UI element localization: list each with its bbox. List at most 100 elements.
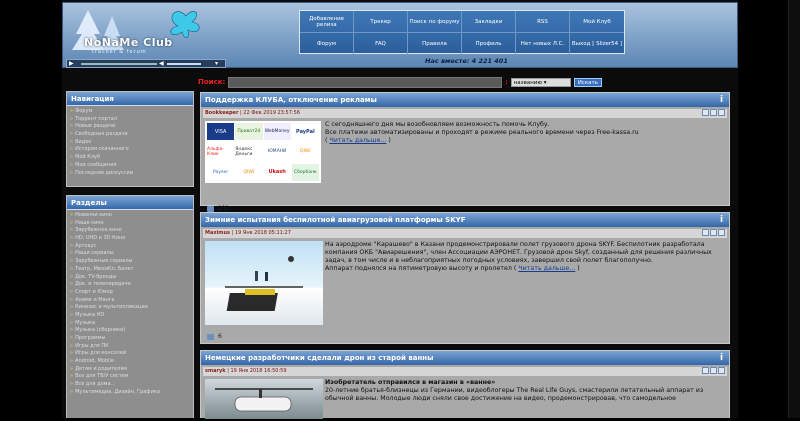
section-item[interactable]: Артхаус bbox=[70, 243, 193, 251]
sidebar-item[interactable]: Мой Клуб bbox=[70, 154, 193, 162]
play-icon[interactable]: ▶ bbox=[69, 60, 74, 67]
comment-count[interactable]: 231 bbox=[218, 205, 229, 212]
sidebar-sections: Разделы Новинки кино Наше кино Зарубежно… bbox=[66, 195, 194, 418]
quote-icon[interactable] bbox=[702, 367, 709, 374]
section-item[interactable]: Музыка HD bbox=[70, 312, 193, 320]
nav-rss[interactable]: RSS bbox=[516, 11, 570, 33]
info-icon[interactable]: i bbox=[720, 215, 725, 225]
sidebar-item[interactable]: Последние дискуссии bbox=[70, 170, 193, 178]
comments-icon[interactable] bbox=[207, 205, 214, 212]
sidebar-item[interactable]: История скачанного bbox=[70, 146, 193, 154]
post-meta: smaryk | 19 Янв 2018 16:50:59 bbox=[203, 367, 727, 376]
site-logo[interactable]: NoNaMe Club tracker & forum bbox=[66, 6, 226, 58]
player-menu-icon[interactable]: ▾ bbox=[215, 60, 218, 67]
nav-faq[interactable]: FAQ bbox=[354, 33, 408, 55]
paypal-logo: PayPal bbox=[291, 123, 319, 141]
nav-add-release[interactable]: Добавление релиза bbox=[300, 11, 354, 33]
edit-icon[interactable] bbox=[710, 229, 717, 236]
section-item[interactable]: Новинки кино bbox=[70, 212, 193, 220]
edit-icon[interactable] bbox=[710, 109, 717, 116]
post-author[interactable]: Bookkeeper bbox=[205, 110, 238, 116]
sidebar-item[interactable]: Торрент портал bbox=[70, 116, 193, 124]
section-item[interactable]: Зарубежные сериалы bbox=[70, 258, 193, 266]
report-icon[interactable] bbox=[718, 109, 725, 116]
quote-icon[interactable] bbox=[702, 109, 709, 116]
search-mode-select[interactable]: названию ▾ bbox=[510, 77, 571, 87]
drone-illustration-icon bbox=[225, 256, 303, 311]
qiwi-wallet-logo: QIWI bbox=[235, 163, 263, 181]
post-author[interactable]: Maximus bbox=[205, 230, 230, 236]
report-icon[interactable] bbox=[718, 367, 725, 374]
news-post: Зимние испытания беспилотной авиагрузово… bbox=[200, 212, 730, 344]
post-title[interactable]: Немецкие разработчики сделали дрон из ст… bbox=[201, 351, 729, 365]
read-more-link[interactable]: Читать дальше... bbox=[329, 137, 386, 144]
sidebar-item[interactable]: Свободные раздачи bbox=[70, 131, 193, 139]
audio-player[interactable]: ▶ ◀ ▾ bbox=[66, 59, 226, 68]
nav-profile[interactable]: Профиль bbox=[462, 33, 516, 55]
post-text-content: 20-летние братья-близнецы из Германии, в… bbox=[325, 387, 704, 402]
search-button[interactable]: Искать bbox=[573, 77, 602, 87]
post-title[interactable]: Поддержка КЛУБА, отключение рекламы i bbox=[201, 93, 729, 107]
nav-logout[interactable]: Выход [ Slizer54 ] bbox=[570, 33, 624, 55]
qiwi-logo: QIWI bbox=[291, 141, 319, 163]
nav-tracker[interactable]: Трекер bbox=[354, 11, 408, 33]
section-item[interactable]: Детям и родителям bbox=[70, 366, 193, 374]
section-item[interactable]: Все для ТВ/У систем bbox=[70, 373, 193, 381]
section-item[interactable]: Театр, МюзиКл, Балет bbox=[70, 266, 193, 274]
report-icon[interactable] bbox=[718, 229, 725, 236]
page-scrollbar[interactable] bbox=[788, 0, 800, 418]
post-title[interactable]: Зимние испытания беспилотной авиагрузово… bbox=[201, 213, 729, 227]
comments-icon[interactable] bbox=[207, 333, 214, 340]
payment-logos-image: VISA Приват24 WebMoney PayPal Альфа-Клик… bbox=[205, 121, 321, 183]
nav-forum-search[interactable]: Поиск по форуму bbox=[408, 11, 462, 33]
online-count: Нас вместе: 4 221 401 bbox=[425, 57, 508, 65]
comment-count[interactable]: 6 bbox=[218, 333, 222, 340]
nav-bookmarks[interactable]: Закладки bbox=[462, 11, 516, 33]
section-item[interactable]: Все для дома... bbox=[70, 381, 193, 389]
section-item[interactable]: Музыка (сборники) bbox=[70, 327, 193, 335]
post-date: 19 Янв 2018 05:11:27 bbox=[234, 230, 291, 236]
section-item[interactable]: Док. и телепередачи bbox=[70, 281, 193, 289]
section-item[interactable]: Музыка bbox=[70, 320, 193, 328]
section-item[interactable]: Док. TV-бренды bbox=[70, 274, 193, 282]
section-item[interactable]: Спорт и Юмор bbox=[70, 289, 193, 297]
search-input[interactable] bbox=[228, 76, 503, 88]
nav-rules[interactable]: Правила bbox=[408, 33, 462, 55]
post-author[interactable]: smaryk bbox=[205, 368, 226, 374]
sidebar-item[interactable]: Видео bbox=[70, 139, 193, 147]
post-date: 19 Янв 2018 16:50:59 bbox=[230, 368, 287, 374]
post-title-text: Поддержка КЛУБА, отключение рекламы bbox=[205, 96, 377, 104]
post-body: На аэродроме "Карашево" в Казани продемо… bbox=[201, 238, 729, 342]
privat-logo: Приват24 bbox=[235, 123, 263, 141]
section-item[interactable]: Зарубежное кино bbox=[70, 227, 193, 235]
sidebar-item[interactable]: Мои сообщения bbox=[70, 162, 193, 170]
section-item[interactable]: Аниме и Манга bbox=[70, 297, 193, 305]
umoney-logo: ЮМАНИ bbox=[263, 141, 291, 163]
section-item[interactable]: Кинезис и мультипликация bbox=[70, 304, 193, 312]
info-icon[interactable]: i bbox=[720, 353, 725, 363]
section-item[interactable]: HD, UHD и 3D Кино bbox=[70, 235, 193, 243]
logo-subtitle: tracker & forum bbox=[92, 49, 147, 55]
sidebar-item[interactable]: Новые раздачи bbox=[70, 123, 193, 131]
section-item[interactable]: Наши сериалы bbox=[70, 250, 193, 258]
info-icon[interactable]: i bbox=[720, 95, 725, 105]
section-item[interactable]: Мультимедиа, Дизайн, Графика bbox=[70, 389, 193, 397]
quote-icon[interactable] bbox=[702, 229, 709, 236]
volume-icon[interactable]: ◀ bbox=[159, 60, 164, 67]
nav-messages[interactable]: Нет новых Л.С. bbox=[516, 33, 570, 55]
webmoney-logo: WebMoney bbox=[263, 123, 291, 141]
section-item[interactable]: Игры для консолей bbox=[70, 350, 193, 358]
section-item[interactable]: Android, Mobile bbox=[70, 358, 193, 366]
player-volume[interactable] bbox=[167, 63, 201, 65]
player-progress[interactable] bbox=[81, 63, 157, 65]
sidebar-item[interactable]: Форум bbox=[70, 108, 193, 116]
section-item[interactable]: Игры для ПК bbox=[70, 343, 193, 351]
nav-my-club[interactable]: Мой Клуб bbox=[570, 11, 624, 33]
section-item[interactable]: Наше кино bbox=[70, 220, 193, 228]
search-bar: Поиск: : названию ▾ Искать bbox=[198, 76, 602, 88]
edit-icon[interactable] bbox=[710, 367, 717, 374]
section-item[interactable]: Программы bbox=[70, 335, 193, 343]
read-more-link[interactable]: Читать дальше... bbox=[518, 265, 575, 272]
post-body: Изобретатель отправился в магазин в «ван… bbox=[201, 376, 729, 419]
nav-forum[interactable]: Форум bbox=[300, 33, 354, 55]
